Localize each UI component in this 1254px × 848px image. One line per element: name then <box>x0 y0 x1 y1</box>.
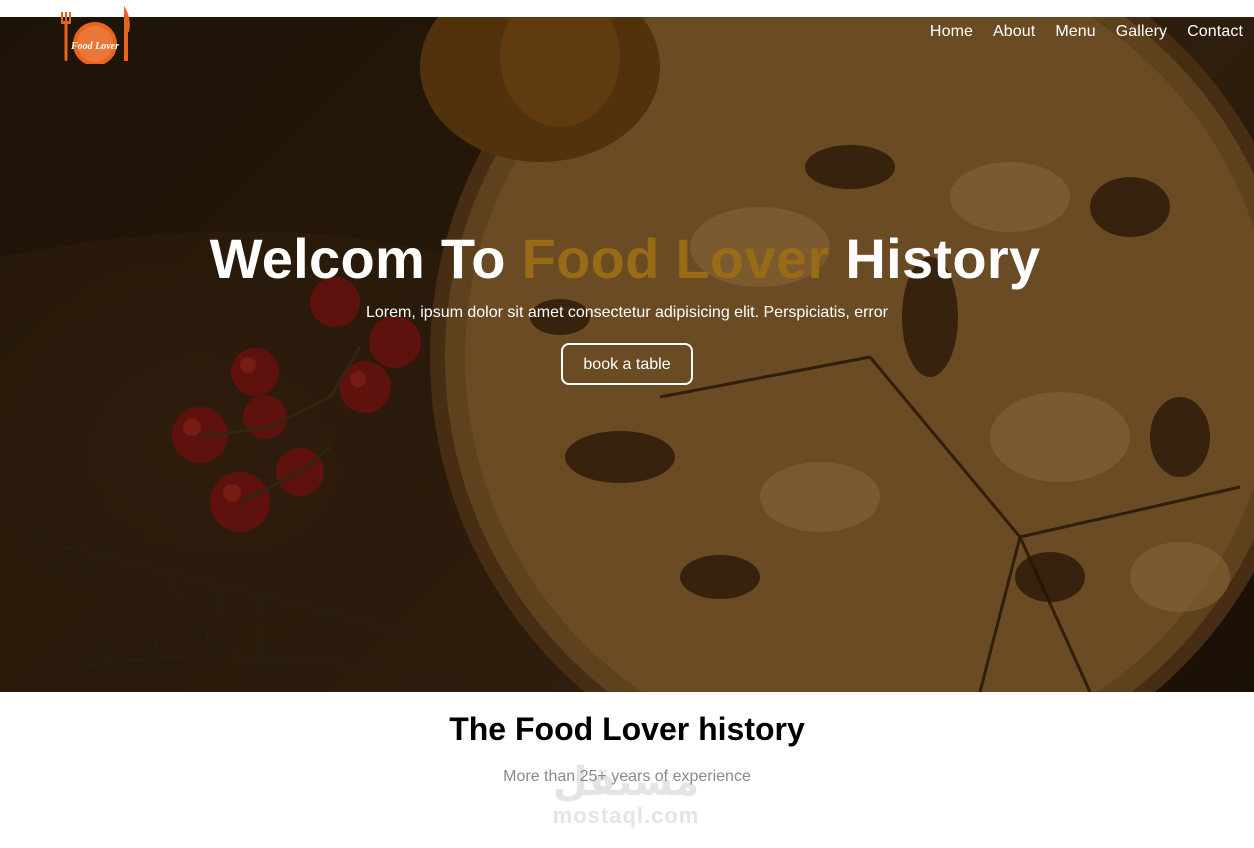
hero-title: Welcom To Food Lover History <box>0 223 1254 295</box>
book-table-button[interactable]: book a table <box>561 343 693 385</box>
logo-emblem-icon: Food Lover <box>61 6 130 66</box>
top-strip <box>0 0 1254 17</box>
hero-title-accent: Food Lover <box>521 227 830 290</box>
mostaql-watermark: مستقل mostaql.com <box>546 760 706 828</box>
nav-about[interactable]: About <box>993 23 1035 41</box>
watermark-arabic: مستقل <box>552 759 700 805</box>
nav-gallery[interactable]: Gallery <box>1116 23 1167 41</box>
hero-title-end: History <box>845 227 1041 290</box>
nav-home[interactable]: Home <box>930 23 973 41</box>
hero-section: Welcom To Food Lover History Lorem, ipsu… <box>0 17 1254 692</box>
hero-subtitle: Lorem, ipsum dolor sit amet consectetur … <box>366 304 888 321</box>
watermark-latin: mostaql.com <box>552 803 700 828</box>
nav-contact[interactable]: Contact <box>1187 23 1243 41</box>
history-heading: The Food Lover history <box>449 711 805 747</box>
logo-text: Food Lover <box>70 41 119 52</box>
nav-menu[interactable]: Menu <box>1055 23 1095 41</box>
hero-title-start: Welcom To <box>209 227 506 290</box>
hero-content: Welcom To Food Lover History Lorem, ipsu… <box>0 223 1254 385</box>
food-lover-logo[interactable]: Food Lover <box>58 4 134 66</box>
main-nav: Home About Menu Gallery Contact <box>930 23 1243 41</box>
